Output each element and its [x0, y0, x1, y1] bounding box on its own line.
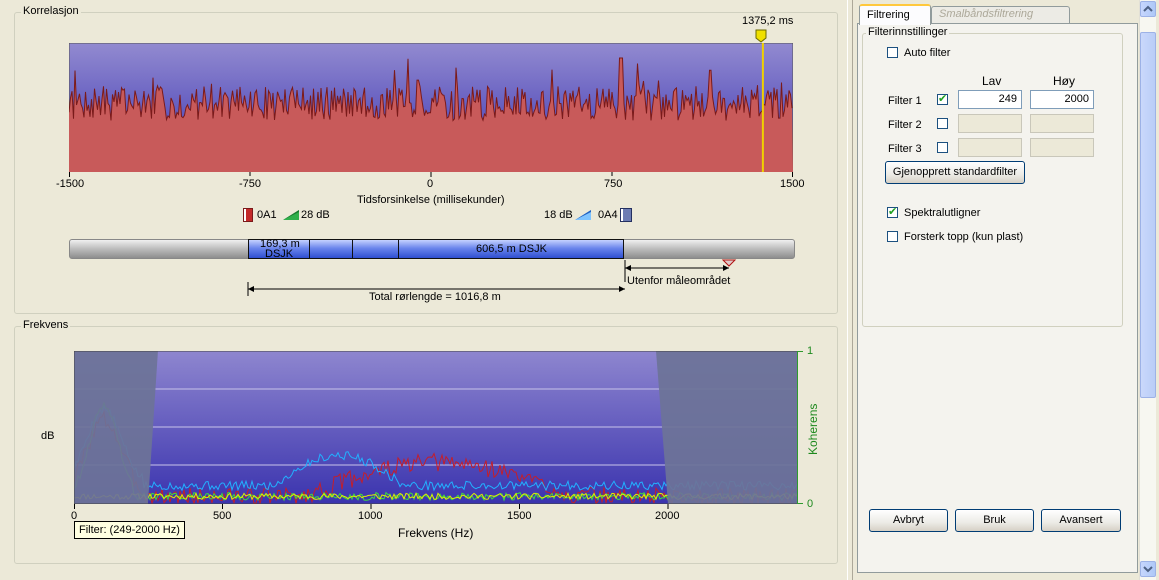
frequency-y-left-label: dB — [41, 430, 55, 442]
sensor-b-icon[interactable] — [620, 208, 632, 222]
filter-3-high-input[interactable] — [1030, 138, 1094, 157]
filter-1-label: Filter 1 — [888, 95, 922, 107]
frequency-x-tick-marks — [74, 504, 669, 509]
scroll-thumb[interactable] — [1140, 32, 1156, 398]
filter-2-checkbox[interactable] — [937, 118, 948, 129]
filter-settings-title: Filterinnstillinger — [866, 26, 950, 38]
use-button[interactable]: Bruk — [955, 509, 1034, 532]
scroll-up-button[interactable] — [1140, 1, 1156, 17]
gain-b-icon — [575, 210, 591, 220]
filter-mask-left — [74, 351, 158, 504]
correlation-x-tick: -750 — [239, 178, 262, 190]
pipe-segment-2[interactable] — [309, 239, 353, 259]
chevron-down-icon — [1143, 566, 1153, 573]
filter-tooltip-text: Filter: (249-2000 Hz) — [79, 524, 180, 536]
correlation-marker-label: 1375,2 ms — [742, 15, 794, 27]
spectral-equalizer-checkbox[interactable] — [887, 205, 898, 218]
total-length-label: Total rørlengde = 1016,8 m — [369, 291, 501, 303]
tab-filtering-label: Filtrering — [867, 9, 910, 21]
spectral-equalizer-label: Spektralutligner — [904, 207, 981, 219]
tab-narrowband-label: Smalbåndsfiltrering — [939, 8, 1034, 20]
legend-gain-b: 18 dB — [544, 209, 573, 221]
frequency-group-title: Frekvens — [21, 319, 71, 331]
legend-gain-a: 28 dB — [301, 209, 330, 221]
correlation-x-tick: 750 — [604, 178, 623, 190]
pane-splitter[interactable] — [847, 0, 853, 580]
col-high-header: Høy — [1053, 74, 1075, 88]
pipe-segment-3[interactable] — [352, 239, 399, 259]
frequency-x-tick: 1500 — [507, 510, 532, 522]
correlation-group-title: Korrelasjon — [21, 5, 81, 17]
amplify-peak-checkbox[interactable] — [887, 231, 898, 242]
legend-sensor-a: 0A1 — [257, 209, 277, 221]
filter-2-label: Filter 2 — [888, 119, 922, 131]
frequency-x-tick: 1000 — [358, 510, 383, 522]
filter-1-checkbox[interactable] — [937, 92, 948, 105]
coherence-tick: 1 — [807, 345, 814, 357]
coherence-axis-label: Koherens — [806, 403, 820, 455]
correlation-x-tick: -1500 — [56, 178, 85, 190]
auto-filter-label: Auto filter — [904, 47, 951, 59]
col-low-header: Lav — [982, 74, 1002, 88]
filter-mask-right — [656, 351, 798, 504]
tab-filtering[interactable]: Filtrering — [859, 4, 931, 25]
correlation-marker-handle[interactable] — [755, 29, 767, 43]
correlation-x-tick: 0 — [427, 178, 434, 190]
pipe-segment-4-label: 606,5 m DSJK — [476, 243, 547, 255]
cancel-button[interactable]: Avbryt — [869, 509, 948, 532]
chevron-up-icon — [1143, 5, 1153, 12]
amplify-peak-label: Forsterk topp (kun plast) — [904, 231, 1024, 243]
advanced-button[interactable]: Avansert — [1041, 509, 1121, 532]
frequency-x-tick: 500 — [213, 510, 232, 522]
filter-tooltip: Filter: (249-2000 Hz) — [74, 521, 185, 539]
filter-3-label: Filter 3 — [888, 143, 922, 155]
sensor-a-icon[interactable] — [243, 208, 253, 222]
scroll-down-button[interactable] — [1140, 561, 1156, 577]
filter-3-low-input[interactable] — [958, 138, 1022, 157]
filter-1-low-input[interactable]: 249 — [958, 90, 1022, 109]
out-of-range-label: Utenfor måleområdet — [627, 275, 731, 287]
coherence-tick: 0 — [807, 498, 814, 510]
coherence-axis — [797, 351, 803, 504]
correlation-plot[interactable] — [69, 43, 793, 172]
auto-filter-checkbox[interactable] — [887, 47, 898, 58]
correlation-x-tick: 1500 — [780, 178, 805, 190]
legend-sensor-b: 0A4 — [598, 209, 618, 221]
correlation-x-axis-label: Tidsforsinkelse (millisekunder) — [357, 194, 505, 206]
filter-3-checkbox[interactable] — [937, 142, 948, 153]
tab-narrowband-filtering[interactable]: Smalbåndsfiltrering — [931, 6, 1070, 23]
frequency-x-tick: 2000 — [655, 510, 680, 522]
filter-2-high-input[interactable] — [1030, 114, 1094, 133]
frequency-plot[interactable] — [74, 351, 798, 504]
restore-default-filter-button[interactable]: Gjenopprett standardfilter — [885, 161, 1025, 184]
frequency-x-axis-label: Frekvens (Hz) — [398, 526, 474, 540]
filter-1-high-input[interactable]: 2000 — [1030, 90, 1094, 109]
gain-a-icon — [283, 210, 299, 220]
filter-2-low-input[interactable] — [958, 114, 1022, 133]
